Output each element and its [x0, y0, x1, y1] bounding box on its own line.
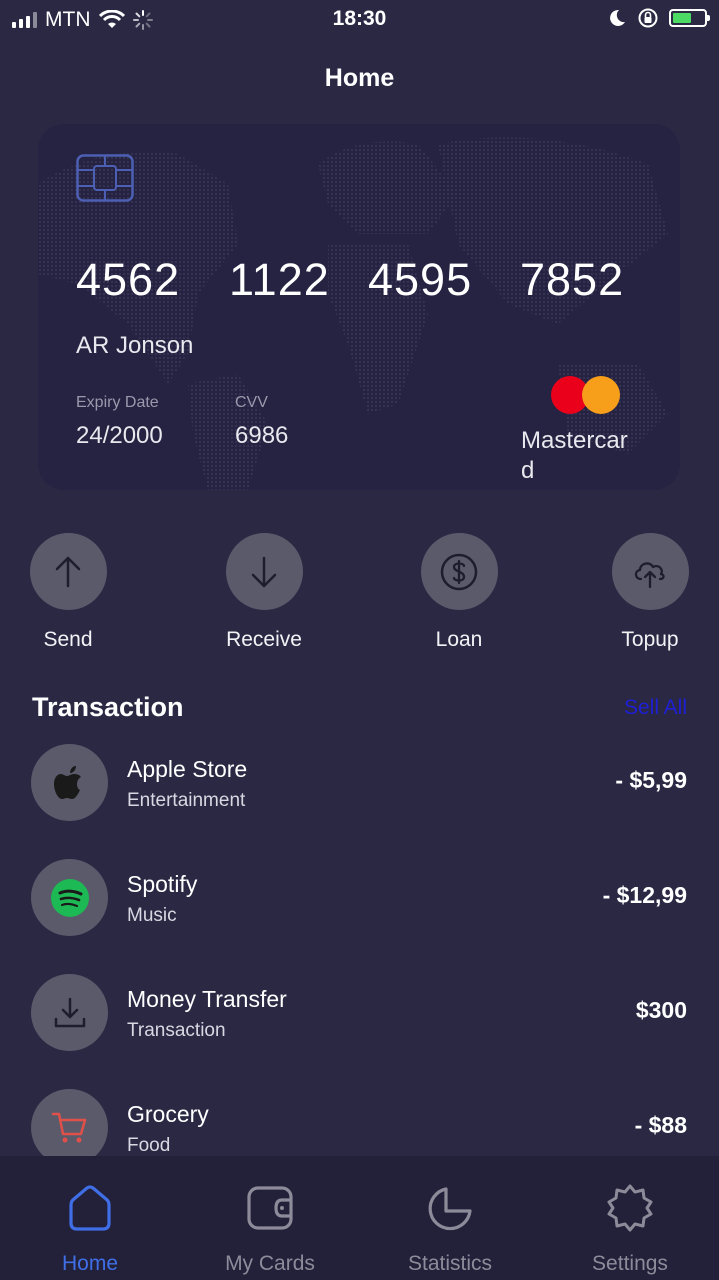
transaction-item-apple-store[interactable]: Apple Store Entertainment - $5,99	[31, 744, 687, 822]
nav-item-my-cards[interactable]: My Cards	[180, 1156, 360, 1280]
transaction-category: Entertainment	[127, 790, 246, 811]
mastercard-logo-icon	[551, 376, 620, 414]
status-right	[607, 7, 710, 29]
cloud-upload-icon	[611, 533, 689, 610]
download-icon	[31, 974, 108, 1051]
transaction-amount: - $5,99	[615, 767, 687, 793]
cart-icon	[31, 1089, 108, 1166]
arrow-down-icon	[225, 533, 303, 610]
topup-button[interactable]: Topup	[595, 533, 705, 652]
transaction-amount: - $88	[634, 1112, 687, 1138]
receive-label: Receive	[226, 628, 302, 651]
pie-chart-icon	[420, 1178, 480, 1238]
expiry-value: 24/2000	[76, 422, 163, 449]
card-holder-name: AR Jonson	[76, 332, 194, 359]
nav-item-home[interactable]: Home	[0, 1156, 180, 1280]
cvv-value: 6986	[235, 422, 289, 449]
card-number-group-3: 4595	[368, 254, 473, 305]
moon-icon	[610, 9, 625, 26]
transactions-heading: Transaction	[32, 692, 184, 722]
send-label: Send	[43, 628, 93, 651]
arrow-up-icon	[29, 533, 107, 610]
nav-label-statistics: Statistics	[407, 1252, 493, 1275]
nav-item-settings[interactable]: Settings	[540, 1156, 719, 1280]
transaction-item-money-transfer[interactable]: Money Transfer Transaction $300	[31, 974, 687, 1052]
transaction-category: Music	[127, 905, 177, 926]
status-bar: MTN 18:30	[0, 0, 719, 40]
nav-label-home: Home	[61, 1252, 119, 1275]
apple-icon	[31, 744, 108, 821]
transaction-name: Grocery	[127, 1101, 209, 1127]
spotify-icon	[31, 859, 108, 936]
transaction-name: Money Transfer	[127, 986, 287, 1012]
topup-label: Topup	[621, 628, 679, 651]
expiry-label: Expiry Date	[76, 394, 159, 411]
loan-label: Loan	[435, 628, 483, 651]
nav-label-my-cards: My Cards	[225, 1252, 315, 1275]
receive-button[interactable]: Receive	[209, 533, 319, 652]
bottom-navigation: Home My Cards Statistics Settings	[0, 1156, 719, 1280]
transaction-amount: $300	[635, 997, 687, 1023]
nav-label-settings: Settings	[592, 1252, 668, 1275]
page-title: Home	[324, 64, 395, 92]
transaction-category: Transaction	[127, 1020, 226, 1041]
see-all-link[interactable]: Sell All	[624, 696, 687, 720]
send-button[interactable]: Send	[13, 533, 123, 652]
bank-card[interactable]: 4562 1122 4595 7852 AR Jonson Expiry Dat…	[38, 124, 680, 490]
transaction-name: Apple Store	[127, 756, 248, 782]
home-icon	[60, 1178, 120, 1238]
card-number-group-1: 4562	[76, 254, 181, 305]
battery-icon	[669, 9, 710, 27]
wallet-icon	[240, 1178, 300, 1238]
card-number-group-2: 1122	[229, 254, 330, 305]
transaction-item-spotify[interactable]: Spotify Music - $12,99	[31, 859, 687, 937]
nav-item-statistics[interactable]: Statistics	[360, 1156, 540, 1280]
cvv-label: CVV	[235, 394, 268, 411]
card-number-group-4: 7852	[520, 254, 625, 305]
transaction-amount: - $12,99	[602, 882, 687, 908]
dollar-icon	[420, 533, 498, 610]
rotation-lock-icon	[638, 8, 658, 28]
transaction-category: Food	[127, 1135, 171, 1156]
card-brand-label: Mastercard	[521, 427, 628, 484]
loan-button[interactable]: Loan	[404, 533, 514, 652]
gear-icon	[600, 1178, 660, 1238]
chip-icon	[76, 154, 134, 202]
transaction-name: Spotify	[127, 871, 198, 897]
